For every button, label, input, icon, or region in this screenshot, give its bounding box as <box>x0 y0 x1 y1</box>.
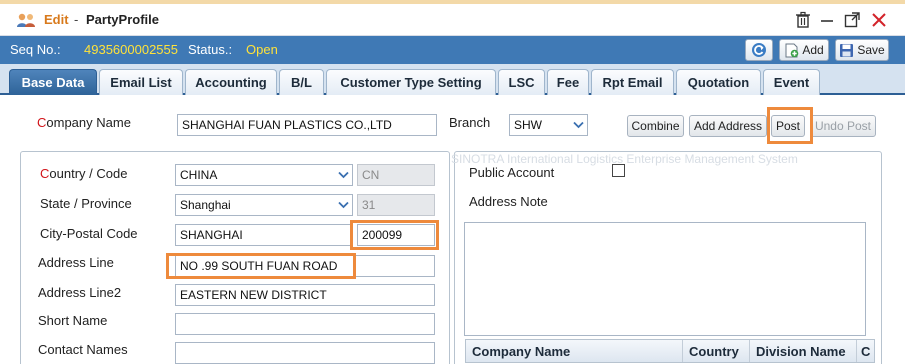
address-line2-input[interactable]: EASTERN NEW DISTRICT <box>175 284 435 306</box>
status-value: Open <box>246 42 278 57</box>
state-select-value: Shanghai <box>180 198 231 212</box>
tab-quotation[interactable]: Quotation <box>676 69 761 95</box>
grid-col-division-name[interactable]: Division Name <box>750 340 857 362</box>
tab-customer-type-setting[interactable]: Customer Type Setting <box>326 69 496 95</box>
company-name-input[interactable]: SHANGHAI FUAN PLASTICS CO.,LTD <box>177 114 437 136</box>
tab-label: Base Data <box>21 75 85 90</box>
address-line-label: Address Line <box>38 255 114 270</box>
tab-lsc[interactable]: LSC <box>498 69 545 95</box>
minimize-icon[interactable] <box>818 11 836 29</box>
chevron-down-icon <box>569 115 587 135</box>
tab-event[interactable]: Event <box>763 69 820 95</box>
public-account-checkbox[interactable] <box>612 164 625 177</box>
undo-post-button[interactable]: Undo Post <box>810 115 876 137</box>
tab-label: Email List <box>110 75 172 90</box>
tab-base-data[interactable]: Base Data <box>9 69 97 95</box>
address-grid-header: Company Name Country Division Name C <box>465 339 875 363</box>
contact-names-input[interactable] <box>175 342 435 364</box>
tab-label: Quotation <box>687 75 750 90</box>
add-document-icon <box>785 43 799 57</box>
add-button[interactable]: Add <box>779 39 829 61</box>
required-marker: C <box>40 166 50 181</box>
grid-col-c[interactable]: C <box>857 340 877 362</box>
branch-select-value: SHW <box>514 118 542 132</box>
grid-col-country[interactable]: Country <box>683 340 750 362</box>
tab-label: Fee <box>556 75 580 90</box>
public-account-label: Public Account <box>469 165 555 180</box>
short-name-input[interactable] <box>175 313 435 335</box>
add-button-label: Add <box>802 43 824 57</box>
save-disk-icon <box>840 43 854 57</box>
tab-fee[interactable]: Fee <box>547 69 589 95</box>
tab-bar: Base Data Email List Accounting B/L Cust… <box>0 64 905 95</box>
grid-col-company-name[interactable]: Company Name <box>466 340 683 362</box>
city-input[interactable]: SHANGHAI <box>175 224 353 246</box>
branch-label: Branch <box>449 115 491 130</box>
party-profile-icon <box>17 13 35 27</box>
tab-label: Accounting <box>195 75 267 90</box>
status-label: Status.: <box>188 42 233 57</box>
tab-label: LSC <box>508 75 535 90</box>
address-note-textarea[interactable] <box>464 222 866 336</box>
country-select[interactable]: CHINA <box>175 164 353 186</box>
seq-no-label: Seq No.: <box>10 42 61 57</box>
base-data-content: Company Name SHANGHAI FUAN PLASTICS CO.,… <box>0 95 905 364</box>
country-select-value: CHINA <box>180 168 218 182</box>
combine-button[interactable]: Combine <box>627 115 684 137</box>
title-separator: - <box>74 12 79 27</box>
tab-rpt-email[interactable]: Rpt Email <box>591 69 674 95</box>
tab-label: Rpt Email <box>602 75 663 90</box>
required-marker: C <box>37 115 47 130</box>
address-line2-label: Address Line2 <box>38 285 122 300</box>
tab-label: B/L <box>291 75 312 90</box>
title-bar: Edit - PartyProfile <box>0 4 905 36</box>
save-button-label: Save <box>857 43 885 57</box>
chevron-down-icon <box>334 195 352 215</box>
chevron-down-icon <box>334 165 352 185</box>
country-code-label-text: ountry / Code <box>49 166 128 181</box>
short-name-label: Short Name <box>38 313 108 328</box>
tab-label: Customer Type Setting <box>340 75 482 90</box>
country-code-label: Country / Code <box>40 166 127 181</box>
branch-select[interactable]: SHW <box>509 114 588 136</box>
window-mode: Edit <box>44 12 69 27</box>
save-button[interactable]: Save <box>835 39 889 61</box>
tab-bl[interactable]: B/L <box>279 69 324 95</box>
city-postal-label: City-Postal Code <box>40 226 138 241</box>
state-code-field: 31 <box>357 194 435 216</box>
state-select[interactable]: Shanghai <box>175 194 353 216</box>
contact-names-label: Contact Names <box>38 342 128 357</box>
seq-no-value: 4935600002555 <box>84 42 178 57</box>
country-code-field: CN <box>357 164 435 186</box>
record-info-bar: Seq No.: 4935600002555 Status.: Open Add… <box>0 36 905 64</box>
state-province-label: State / Province <box>40 196 132 211</box>
close-icon[interactable] <box>870 11 888 29</box>
address-note-label: Address Note <box>469 194 548 209</box>
window-title: PartyProfile <box>86 12 159 27</box>
company-name-label-text: ompany Name <box>46 115 131 130</box>
company-name-label: Company Name <box>37 115 131 130</box>
postal-code-highlight <box>350 220 439 250</box>
tab-accounting[interactable]: Accounting <box>185 69 277 95</box>
trash-icon[interactable] <box>794 11 812 29</box>
tab-label: Event <box>773 75 810 90</box>
post-button-highlight <box>767 107 813 144</box>
address-line-highlight <box>166 253 356 279</box>
refresh-icon <box>752 43 766 57</box>
tab-email-list[interactable]: Email List <box>99 69 183 95</box>
maximize-icon[interactable] <box>843 11 861 29</box>
refresh-button[interactable] <box>745 39 773 61</box>
add-address-button[interactable]: Add Address <box>689 115 767 137</box>
